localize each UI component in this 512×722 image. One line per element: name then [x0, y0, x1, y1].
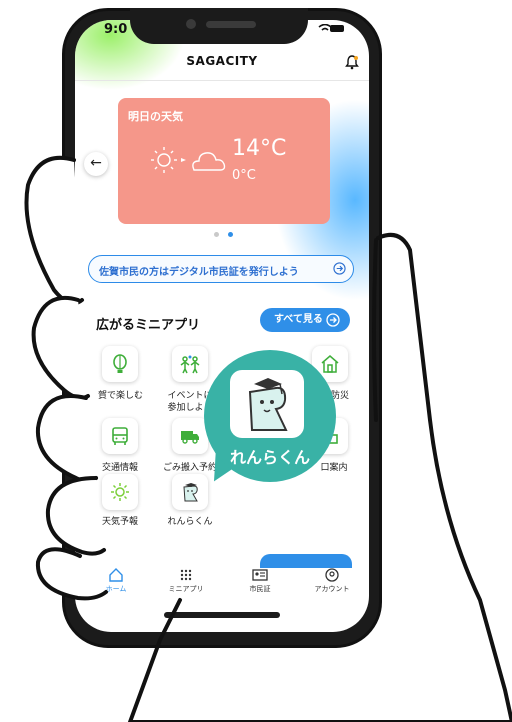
temperature-low: 0°C [232, 168, 256, 183]
truck-icon [181, 431, 199, 444]
feature-icon-tile [230, 370, 304, 438]
event-people-icon [180, 355, 200, 374]
status-time: 9:0 [104, 22, 128, 37]
weather-card[interactable]: 明日の天気 14°C 0°C [118, 98, 330, 224]
tab-label: ミニアプリ [168, 585, 204, 593]
tab-label: アカウント [314, 585, 350, 593]
grid-icon [180, 569, 192, 581]
see-all-button[interactable]: すべて見る [260, 308, 350, 332]
id-card-icon [252, 569, 268, 581]
tab-label: 市民証 [249, 585, 271, 593]
app-tile-renrakun[interactable] [172, 474, 208, 510]
home-indicator [164, 612, 280, 618]
weather-title: 明日の天気 [128, 110, 183, 123]
app-tile-event[interactable] [172, 346, 208, 382]
bell-icon[interactable] [344, 54, 360, 70]
renrakun-mascot-icon [183, 483, 198, 502]
carousel-back-button[interactable]: ← [84, 152, 108, 176]
app-tile-traffic[interactable] [102, 418, 138, 454]
tab-account[interactable]: アカウント [302, 568, 362, 594]
tab-mini-apps[interactable]: ミニアプリ [156, 568, 216, 594]
temperature-high: 14°C [232, 136, 287, 161]
app-title: SAGACITY [186, 54, 258, 68]
arrow-left-icon: ← [90, 155, 102, 171]
header-divider [75, 80, 369, 81]
tab-label: ホーム [105, 585, 127, 593]
arrow-right-circle-icon [333, 262, 346, 275]
camera-icon [186, 19, 196, 29]
app-label: 交通情報 [101, 463, 138, 473]
sun-to-cloud-icon [151, 147, 226, 173]
floating-button-peek[interactable] [260, 554, 352, 568]
tab-home[interactable]: ホーム [86, 568, 146, 594]
digital-id-banner[interactable]: 佐賀市民の方はデジタル市民証を発行しよう [88, 255, 354, 283]
bus-icon [112, 427, 128, 445]
balloon-icon [113, 354, 127, 373]
banner-text: 佐賀市民の方はデジタル市民証を発行しよう [99, 267, 299, 278]
carousel-dot[interactable] [214, 232, 219, 237]
battery-icon [330, 25, 344, 32]
sun-icon [111, 483, 129, 501]
carousel-dot-active[interactable] [228, 232, 233, 237]
home-icon [109, 568, 123, 582]
arrow-right-circle-icon [326, 313, 340, 327]
app-label: れんらくん [167, 517, 213, 527]
see-all-label: すべて見る [274, 314, 323, 325]
house-disaster-icon [321, 355, 339, 373]
feature-label: れんらくん [229, 448, 310, 467]
mini-apps-title: 広がるミニアプリ [96, 318, 201, 333]
tab-citizen-id[interactable]: 市民証 [230, 568, 290, 594]
app-label: 天気予報 [101, 517, 138, 527]
renrakun-mascot-icon [248, 378, 288, 431]
app-tile-saga-enjoy[interactable] [102, 346, 138, 382]
app-label: 賀で楽しむ [98, 391, 144, 401]
app-tile-weather[interactable] [102, 474, 138, 510]
account-icon [325, 568, 339, 582]
app-tile-garbage[interactable] [172, 418, 208, 454]
speaker-icon [206, 21, 256, 28]
phone-notch [130, 8, 308, 44]
